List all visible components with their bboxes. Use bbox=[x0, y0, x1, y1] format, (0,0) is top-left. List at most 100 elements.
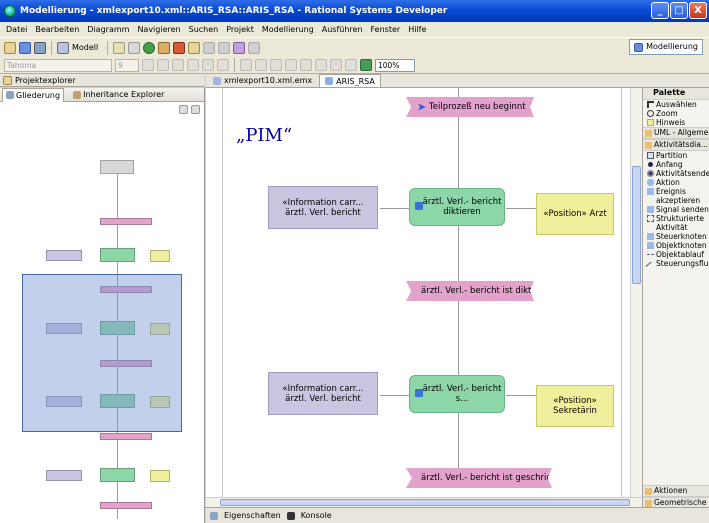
menu-diagramm[interactable]: Diagramm bbox=[83, 25, 133, 34]
minimize-button[interactable]: _ bbox=[651, 2, 669, 19]
palette-item-aktivitaetsende[interactable]: Aktivitätsende bbox=[643, 169, 709, 178]
palette-item-strukturiert[interactable]: Strukturierte Aktivität bbox=[643, 214, 709, 232]
event-teilprozess[interactable]: Teilprozeß neu beginnt bbox=[406, 97, 534, 117]
model-icon[interactable] bbox=[57, 41, 69, 54]
tab-aris-rsa[interactable]: ARIS_RSA bbox=[319, 74, 381, 87]
palette-drawer-uml[interactable]: UML - Allgemein bbox=[643, 127, 709, 139]
menu-navigieren[interactable]: Navigieren bbox=[133, 25, 184, 34]
run-icon[interactable] bbox=[143, 41, 156, 54]
object-flow-icon bbox=[647, 254, 654, 258]
modell-button[interactable]: Modell bbox=[72, 43, 98, 52]
vertical-scrollbar[interactable] bbox=[630, 88, 642, 497]
note-icon bbox=[647, 119, 654, 126]
font-color-icon[interactable] bbox=[172, 59, 184, 71]
palette-item-signal[interactable]: Signal senden bbox=[643, 205, 709, 214]
drawer-icon bbox=[645, 500, 652, 507]
palette-item-aktion[interactable]: Aktion bbox=[643, 178, 709, 187]
palette-tool-select[interactable]: Auswählen bbox=[643, 100, 709, 109]
overview-icon[interactable] bbox=[191, 104, 200, 114]
menu-ausfuehren[interactable]: Ausführen bbox=[318, 25, 367, 34]
menu-modellierung[interactable]: Modellierung bbox=[258, 25, 318, 34]
palette-item-ereignis[interactable]: Ereignis akzeptieren bbox=[643, 187, 709, 205]
menu-suchen[interactable]: Suchen bbox=[185, 25, 223, 34]
filter-icon[interactable] bbox=[300, 59, 312, 71]
delete-icon[interactable] bbox=[315, 59, 327, 71]
palette-item-objektablauf[interactable]: Objektablauf bbox=[643, 250, 709, 259]
close-button[interactable]: X bbox=[689, 2, 707, 19]
zoom-icon bbox=[647, 110, 654, 117]
prev-annotation-icon[interactable] bbox=[218, 41, 231, 54]
initial-node-icon bbox=[648, 162, 653, 167]
function-schreiben[interactable]: ärztl. Verl.- bericht s... bbox=[409, 375, 505, 413]
palette-drawer-activity[interactable]: Aktivitätsdia... bbox=[643, 139, 709, 151]
plant-icon[interactable] bbox=[360, 59, 372, 71]
inheritance-tab-label: Inheritance Explorer bbox=[83, 90, 165, 99]
tools-icon[interactable] bbox=[173, 41, 186, 54]
line-style-icon[interactable] bbox=[217, 59, 229, 71]
print-icon[interactable] bbox=[34, 41, 46, 54]
menu-hilfe[interactable]: Hilfe bbox=[404, 25, 430, 34]
toolbar-separator bbox=[107, 40, 109, 55]
palette-drawer-aktionen[interactable]: Aktionen bbox=[643, 485, 709, 497]
overview-viewport[interactable] bbox=[22, 274, 182, 432]
tab-konsole[interactable]: Konsole bbox=[301, 511, 332, 520]
info-carrier-1[interactable]: «Information carr... ärztl. Verl. berich… bbox=[268, 186, 378, 229]
group-icon[interactable] bbox=[330, 59, 342, 71]
position-label: «Position» Sekretärin bbox=[553, 396, 597, 416]
save-icon[interactable] bbox=[19, 41, 31, 54]
fill-color-icon[interactable] bbox=[187, 59, 199, 71]
scroll-thumb[interactable] bbox=[220, 499, 630, 506]
scroll-thumb[interactable] bbox=[632, 166, 641, 284]
tab-inheritance-explorer[interactable]: Inheritance Explorer bbox=[70, 90, 167, 99]
font-size-select[interactable]: 9 bbox=[115, 58, 139, 72]
tab-xmlexport[interactable]: xmlexport10.xml.emx bbox=[208, 74, 317, 87]
control-flow-icon bbox=[645, 261, 656, 270]
debug-icon[interactable] bbox=[158, 41, 171, 54]
position-sekretaerin[interactable]: «Position» Sekretärin bbox=[536, 385, 614, 427]
horizontal-scrollbar[interactable] bbox=[206, 497, 642, 507]
line-color-icon[interactable] bbox=[202, 59, 214, 71]
menu-projekt[interactable]: Projekt bbox=[222, 25, 258, 34]
event-geschrieben[interactable]: ärztl. Verl.- bericht ist geschrieben bbox=[406, 468, 552, 488]
new-icon[interactable] bbox=[4, 41, 16, 54]
palette-item-anfang[interactable]: Anfang bbox=[643, 160, 709, 169]
tab-xmlexport-label: xmlexport10.xml.emx bbox=[224, 76, 313, 85]
menu-fenster[interactable]: Fenster bbox=[367, 25, 405, 34]
settings-icon[interactable] bbox=[128, 41, 141, 54]
route-icon[interactable] bbox=[285, 59, 297, 71]
palette-item-steuerungsfluss[interactable]: Steuerungsfluss bbox=[643, 259, 709, 270]
main-toolbar: Modell bbox=[0, 37, 709, 57]
diagram-canvas[interactable]: „PIM“ Teilprozeß neu beginnt ärztl. Verl… bbox=[206, 88, 630, 497]
palette-item-partition[interactable]: Partition bbox=[643, 151, 709, 160]
tree-view-icon[interactable] bbox=[179, 104, 188, 114]
event-diktiert[interactable]: ärztl. Verl.- bericht ist diktiert bbox=[406, 281, 534, 301]
align-icon[interactable] bbox=[255, 59, 267, 71]
zoom-select[interactable]: 100% bbox=[375, 58, 415, 72]
font-name-select[interactable]: Tahoma bbox=[4, 58, 112, 72]
palette-tool-zoom[interactable]: Zoom bbox=[643, 109, 709, 118]
menu-bearbeiten[interactable]: Bearbeiten bbox=[31, 25, 83, 34]
position-arzt[interactable]: «Position» Arzt bbox=[536, 193, 614, 235]
palette-item-objektknoten[interactable]: Objektknoten bbox=[643, 241, 709, 250]
menu-datei[interactable]: Datei bbox=[2, 25, 31, 34]
project-explorer-tab[interactable]: Projektexplorer bbox=[0, 74, 205, 87]
palette-tool-note[interactable]: Hinweis bbox=[643, 118, 709, 127]
palette-item-steuerknoten[interactable]: Steuerknoten bbox=[643, 232, 709, 241]
function-icon bbox=[415, 389, 423, 397]
maximize-button[interactable]: □ bbox=[670, 2, 688, 19]
tab-eigenschaften[interactable]: Eigenschaften bbox=[224, 511, 281, 520]
layout-icon[interactable] bbox=[345, 59, 357, 71]
back-icon[interactable] bbox=[233, 41, 246, 54]
arrange-icon[interactable] bbox=[240, 59, 252, 71]
size-icon[interactable] bbox=[270, 59, 282, 71]
tab-gliederung[interactable]: Gliederung bbox=[2, 87, 65, 102]
next-annotation-icon[interactable] bbox=[203, 41, 216, 54]
info-carrier-2[interactable]: «Information carr... ärztl. Verl. berich… bbox=[268, 372, 378, 415]
pin-icon[interactable] bbox=[188, 41, 201, 54]
diagram-icon[interactable] bbox=[113, 41, 126, 54]
perspective-modellierung-button[interactable]: Modellierung bbox=[629, 39, 703, 55]
italic-icon[interactable] bbox=[157, 59, 169, 71]
bold-icon[interactable] bbox=[142, 59, 154, 71]
forward-icon[interactable] bbox=[248, 41, 261, 54]
function-diktieren[interactable]: ärztl. Verl.- bericht diktieren bbox=[409, 188, 505, 226]
